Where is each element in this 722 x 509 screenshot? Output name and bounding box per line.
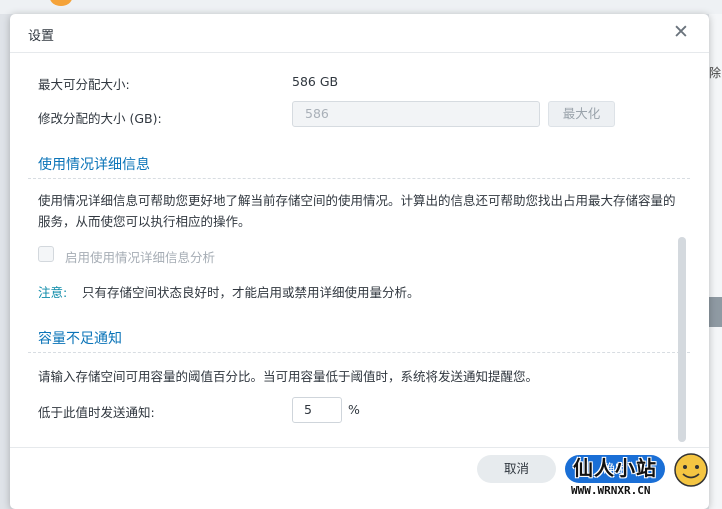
note-label: 注意: (38, 285, 68, 300)
settings-dialog: 设置 ✕ 最大可分配大小: 586 GB 修改分配的大小 (GB): 586 最… (10, 14, 709, 509)
threshold-input[interactable]: 5 (292, 397, 342, 423)
usage-analysis-checkbox-label[interactable]: 启用使用情况详细信息分析 (65, 247, 215, 266)
background-window-right (709, 14, 722, 509)
section-divider (28, 178, 690, 179)
threshold-label: 低于此值时发送通知: (38, 405, 155, 420)
usage-details-description: 使用情况详细信息可帮助您更好地了解当前存储空间的使用情况。计算出的信息还可帮助您… (38, 193, 676, 229)
background-text: 除 (709, 66, 722, 80)
background-window-top (0, 0, 722, 14)
low-capacity-heading: 容量不足通知 (38, 331, 122, 347)
smiley-icon (674, 453, 708, 487)
allocated-size-input[interactable]: 586 (292, 101, 540, 127)
dialog-title: 设置 (28, 29, 55, 44)
usage-analysis-checkbox[interactable] (38, 246, 54, 262)
watermark-url: WWW.WRNXR.CN (571, 484, 651, 497)
background-scrollbar (709, 297, 722, 327)
note-text: 只有存储空间状态良好时，才能启用或禁用详细使用量分析。 (82, 285, 420, 300)
title-divider (10, 52, 709, 53)
max-size-value: 586 GB (292, 74, 339, 89)
threshold-unit: % (348, 402, 360, 417)
scrollbar-thumb[interactable] (678, 237, 686, 442)
max-size-label: 最大可分配大小: (38, 77, 130, 92)
footer-divider (10, 447, 709, 448)
watermark-title: 仙人小站 (573, 456, 657, 480)
usage-details-heading: 使用情况详细信息 (38, 157, 150, 173)
maximize-button[interactable]: 最大化 (548, 101, 615, 127)
modify-size-label: 修改分配的大小 (GB): (38, 111, 162, 126)
cancel-button[interactable]: 取消 (477, 455, 556, 483)
watermark: 仙人小站 WWW.WRNXR.CN (563, 450, 722, 509)
section-divider (28, 352, 690, 353)
low-capacity-description: 请输入存储空间可用容量的阈值百分比。当可用容量低于阈值时，系统将发送通知提醒您。 (38, 369, 539, 384)
close-icon[interactable]: ✕ (673, 21, 689, 43)
